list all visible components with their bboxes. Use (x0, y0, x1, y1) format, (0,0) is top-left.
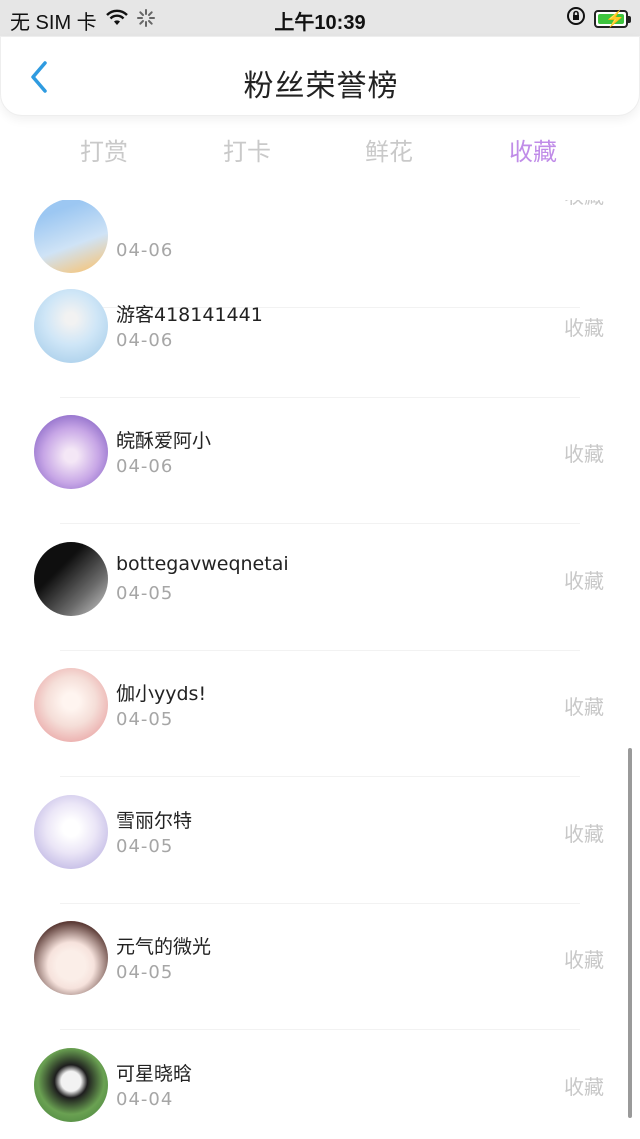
nav-header: 粉丝荣誉榜 (0, 36, 640, 116)
favorite-label: 收藏 (564, 1075, 604, 1099)
list-item[interactable]: 元气的微光 04-05 收藏 (0, 904, 640, 1030)
avatar (34, 795, 108, 869)
avatar (34, 200, 108, 273)
fan-name: 伽小yyds! (116, 683, 207, 705)
list-item[interactable]: 雪丽尔特 04-05 收藏 (0, 778, 640, 904)
tab-bar: 打赏 打卡 鲜花 收藏 (0, 118, 640, 200)
favorite-label: 收藏 (564, 200, 604, 209)
divider (60, 1029, 580, 1030)
fan-list: 04-06 收藏 游客418141441 04-06 收藏 皖酥爱阿小 04-0… (0, 200, 640, 1139)
avatar (34, 542, 108, 616)
avatar (34, 921, 108, 995)
fan-date: 04-05 (116, 836, 174, 857)
avatar (34, 289, 108, 363)
status-bar: 无 SIM 卡 上午10:39 ⚡ (0, 0, 640, 36)
fan-date: 04-06 (116, 456, 174, 477)
divider (60, 776, 580, 777)
list-item[interactable]: 皖酥爱阿小 04-06 收藏 (0, 398, 640, 524)
fan-name: 游客418141441 (116, 304, 263, 326)
favorite-label: 收藏 (564, 569, 604, 593)
fan-date: 04-04 (116, 1089, 174, 1110)
fan-date: 04-05 (116, 583, 174, 604)
fan-date: 04-05 (116, 962, 174, 983)
list-item[interactable]: 游客418141441 04-06 收藏 (0, 272, 640, 398)
favorite-label: 收藏 (564, 948, 604, 972)
favorite-label: 收藏 (564, 822, 604, 846)
fan-name: 可星晓晗 (116, 1063, 193, 1085)
fan-date: 04-06 (116, 240, 174, 261)
favorite-label: 收藏 (564, 316, 604, 340)
fan-date: 04-05 (116, 709, 174, 730)
divider (60, 523, 580, 524)
page-title: 粉丝荣誉榜 (243, 69, 399, 104)
battery-icon: ⚡ (594, 10, 631, 28)
fan-name: bottegavweqnetai (116, 553, 289, 575)
fan-name: 元气的微光 (116, 936, 212, 958)
avatar (34, 1048, 108, 1122)
status-time: 上午10:39 (274, 12, 366, 34)
avatar (34, 415, 108, 489)
tab-favorites[interactable]: 收藏 (473, 132, 593, 167)
tab-reward[interactable]: 打赏 (44, 132, 164, 167)
fan-name: 皖酥爱阿小 (116, 430, 212, 452)
favorite-label: 收藏 (564, 442, 604, 466)
fan-name: 雪丽尔特 (116, 810, 193, 832)
list-item[interactable]: bottegavweqnetai 04-05 收藏 (0, 525, 640, 651)
list-item[interactable]: 伽小yyds! 04-05 收藏 (0, 651, 640, 777)
tab-flowers[interactable]: 鲜花 (329, 132, 449, 167)
tab-checkin[interactable]: 打卡 (187, 132, 307, 167)
scrollbar[interactable] (628, 748, 632, 1118)
list-item[interactable]: 可星晓晗 04-04 收藏 (0, 1031, 640, 1139)
avatar (34, 668, 108, 742)
orientation-lock-icon (566, 6, 586, 32)
favorite-label: 收藏 (564, 695, 604, 719)
fan-date: 04-06 (116, 330, 174, 351)
status-right: ⚡ (566, 6, 631, 32)
